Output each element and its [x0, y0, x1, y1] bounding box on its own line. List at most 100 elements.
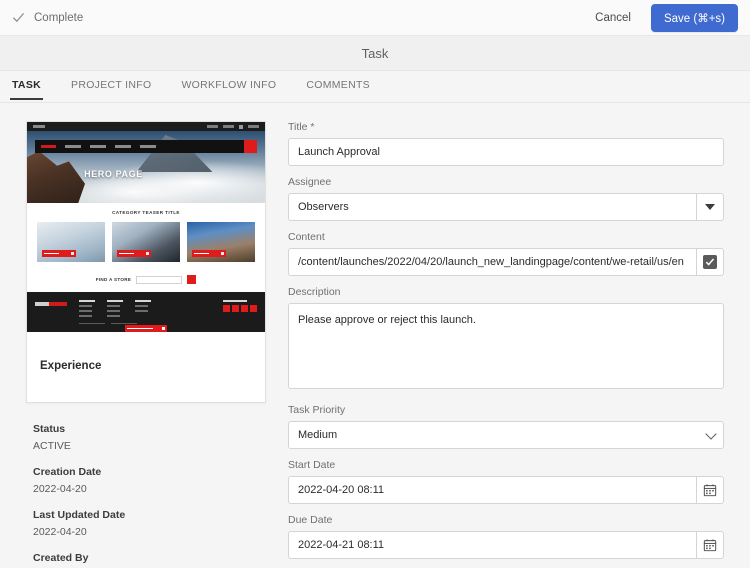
mock-footer-logo — [35, 302, 67, 306]
checkmark-icon — [12, 11, 25, 24]
metadata-label: Status — [33, 423, 66, 435]
mock-category-title: CATEGORY TEASER TITLE — [112, 210, 180, 215]
mock-nav-item — [65, 145, 81, 148]
mock-footer-column-about — [135, 300, 151, 317]
description-textarea[interactable]: Please approve or reject this launch. — [288, 303, 724, 389]
metadata-creation-date: Creation Date 2022-04-20 — [33, 466, 266, 495]
mock-cta-button — [42, 250, 76, 257]
preview-card-caption: Experience — [40, 360, 102, 372]
start-date-calendar-button[interactable] — [696, 476, 724, 504]
content-path-input[interactable] — [288, 248, 696, 276]
tab-bar: TASK PROJECT INFO WORKFLOW INFO COMMENTS — [0, 71, 750, 103]
metadata-status: Status ACTIVE — [33, 423, 266, 452]
mock-teaser-card — [37, 222, 105, 262]
mock-search-icon — [244, 140, 257, 153]
task-priority-select[interactable]: Medium — [288, 421, 724, 449]
action-bar: Complete Cancel Save (⌘+s) — [0, 0, 750, 36]
mock-cta-button — [192, 250, 226, 257]
due-date-label: Due Date — [288, 514, 333, 526]
mock-small-logo — [33, 125, 45, 128]
mock-rock-shape — [27, 151, 85, 203]
metadata-label: Created By — [33, 552, 89, 564]
tab-workflow-info[interactable]: WORKFLOW INFO — [179, 79, 278, 100]
mock-hero-title: HERO PAGE — [84, 169, 143, 179]
complete-label: Complete — [34, 11, 84, 24]
caret-down-icon — [705, 204, 715, 210]
title-strip: Task — [0, 36, 750, 71]
calendar-icon — [703, 539, 717, 552]
mock-find-store-section: FIND A STORE — [27, 266, 265, 292]
metadata-value: 2022-04-20 — [33, 483, 87, 495]
mock-footer-social — [223, 300, 257, 317]
assignee-dropdown-button[interactable] — [696, 193, 724, 221]
metadata-created-by: Created By workflow-process-service — [33, 552, 266, 568]
content-preview-card[interactable]: HERO PAGE CATEGORY TEASER TITLE FIND A S… — [26, 121, 266, 403]
mock-main-nav — [35, 140, 257, 153]
field-due-date: Due Date — [288, 514, 724, 559]
field-description: Description Please approve or reject thi… — [288, 286, 724, 394]
metadata-value: ACTIVE — [33, 440, 71, 452]
mock-footer-column-community — [107, 300, 123, 317]
mock-hero-section: HERO PAGE — [27, 131, 265, 203]
mock-utility-link — [223, 125, 234, 128]
task-form: Title * Assignee Content — [288, 121, 724, 568]
metadata-last-updated-date: Last Updated Date 2022-04-20 — [33, 509, 266, 538]
mock-store-input — [136, 275, 183, 284]
assignee-label: Assignee — [288, 176, 332, 188]
mock-footer-row — [35, 300, 257, 317]
mock-teaser-card — [112, 222, 180, 262]
content-picker-button[interactable] — [696, 248, 724, 276]
complete-button[interactable]: Complete — [12, 11, 83, 24]
left-column: HERO PAGE CATEGORY TEASER TITLE FIND A S… — [26, 121, 266, 568]
mock-utility-link — [207, 125, 218, 128]
mock-flag-icon — [239, 124, 243, 129]
tab-task[interactable]: TASK — [10, 79, 44, 100]
metadata-value: 2022-04-20 — [33, 526, 87, 538]
assignee-input[interactable] — [288, 193, 696, 221]
mock-nav-item — [90, 145, 106, 148]
save-button[interactable]: Save (⌘+s) — [650, 3, 738, 32]
title-label: Title * — [288, 121, 315, 133]
tab-project-info[interactable]: PROJECT INFO — [69, 79, 153, 100]
mock-utility-links — [207, 124, 259, 129]
task-metadata-list: Status ACTIVE Creation Date 2022-04-20 L… — [26, 423, 266, 568]
mock-utility-bar — [27, 122, 265, 131]
mock-teaser-card — [187, 222, 255, 262]
mock-find-store-label: FIND A STORE — [95, 277, 132, 282]
page-title: Task — [361, 45, 389, 61]
calendar-icon — [703, 484, 717, 497]
field-start-date: Start Date — [288, 459, 724, 504]
description-label: Description — [288, 286, 341, 298]
field-assignee: Assignee — [288, 176, 724, 221]
field-content: Content — [288, 231, 724, 276]
due-date-calendar-button[interactable] — [696, 531, 724, 559]
mock-teaser-section: CATEGORY TEASER TITLE — [27, 203, 265, 266]
mock-card-row — [27, 222, 265, 262]
start-date-label: Start Date — [288, 459, 336, 471]
task-detail-body: HERO PAGE CATEGORY TEASER TITLE FIND A S… — [0, 103, 750, 568]
field-title: Title * — [288, 121, 724, 166]
cancel-button[interactable]: Cancel — [589, 8, 637, 28]
content-label: Content — [288, 231, 325, 243]
mock-nav-item — [115, 145, 131, 148]
checkbox-checked-icon — [703, 255, 717, 269]
tab-comments[interactable]: COMMENTS — [304, 79, 372, 100]
mock-utility-link — [248, 125, 259, 128]
mock-footer-column-store — [79, 300, 95, 317]
metadata-label: Last Updated Date — [33, 509, 126, 521]
mock-nav-item — [140, 145, 156, 148]
title-input[interactable] — [288, 138, 724, 166]
mock-footer — [27, 292, 265, 332]
page-thumbnail-image: HERO PAGE CATEGORY TEASER TITLE FIND A S… — [27, 122, 265, 347]
mock-store-go-icon — [187, 275, 197, 284]
start-date-input[interactable] — [288, 476, 696, 504]
due-date-input[interactable] — [288, 531, 696, 559]
mock-brand-logo — [41, 144, 56, 149]
metadata-label: Creation Date — [33, 466, 102, 478]
field-task-priority: Task Priority Medium — [288, 404, 724, 449]
action-bar-right-group: Cancel Save (⌘+s) — [589, 3, 738, 32]
mock-footer-legal — [79, 322, 257, 325]
mock-back-to-top-bar — [125, 325, 167, 332]
mock-cta-button — [117, 250, 151, 257]
task-priority-label: Task Priority — [288, 404, 346, 416]
